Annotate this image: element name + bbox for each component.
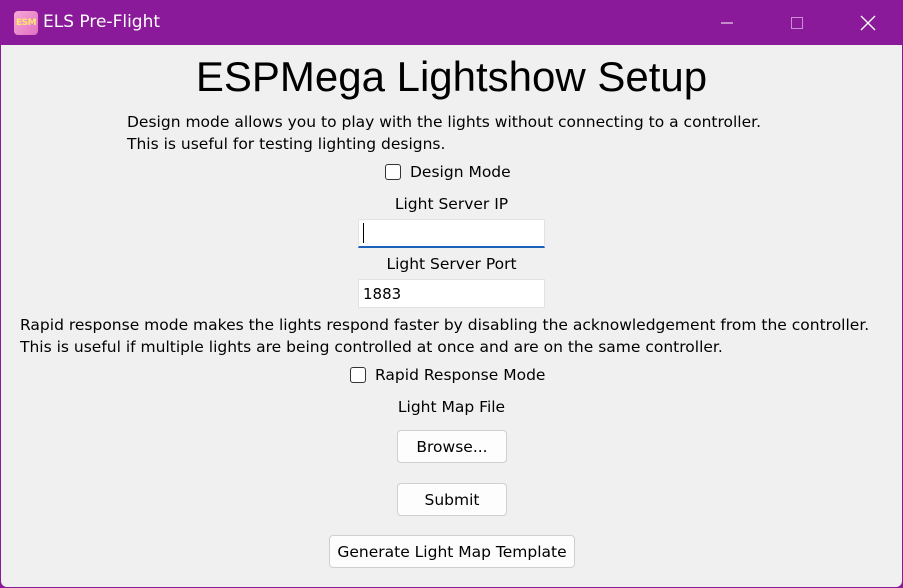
design-info-line-2: This is useful for testing lighting desi… — [127, 135, 446, 153]
design-mode-checkbox-row[interactable]: Design Mode — [385, 163, 511, 181]
close-icon — [860, 15, 876, 30]
browse-button[interactable]: Browse... — [397, 430, 507, 463]
title-bar[interactable]: ESM ELS Pre-Flight — [0, 0, 903, 45]
app-window: ESM ELS Pre-Flight ESPMega Lightshow Set… — [0, 0, 903, 588]
generate-light-map-template-button[interactable]: Generate Light Map Template — [329, 535, 575, 568]
maximize-button[interactable] — [762, 0, 832, 45]
minimize-button[interactable] — [692, 0, 762, 45]
rapid-info-line-1: Rapid response mode makes the lights res… — [20, 316, 870, 334]
light-server-ip-input[interactable] — [358, 219, 545, 248]
rapid-response-checkbox-row[interactable]: Rapid Response Mode — [350, 366, 545, 384]
close-button[interactable] — [833, 0, 903, 45]
page-title: ESPMega Lightshow Setup — [195, 53, 708, 100]
rapid-response-label: Rapid Response Mode — [375, 366, 546, 384]
app-icon: ESM — [14, 11, 38, 35]
text-caret — [363, 223, 364, 243]
design-info-line-1: Design mode allows you to play with the … — [127, 113, 762, 131]
window-title: ELS Pre-Flight — [43, 12, 161, 32]
light-server-port-label: Light Server Port — [386, 255, 517, 273]
rapid-response-checkbox[interactable] — [350, 367, 366, 383]
light-server-port-input[interactable] — [358, 279, 545, 308]
light-map-file-label: Light Map File — [397, 398, 506, 416]
rapid-mode-description: Rapid response mode makes the lights res… — [20, 314, 869, 358]
maximize-icon — [791, 16, 803, 29]
design-mode-description: Design mode allows you to play with the … — [127, 111, 761, 155]
light-server-ip-label: Light Server IP — [394, 195, 509, 213]
rapid-info-line-2: This is useful if multiple lights are be… — [20, 338, 723, 356]
minimize-icon — [721, 22, 733, 23]
design-mode-label: Design Mode — [410, 163, 511, 181]
app-icon-text: ESM — [15, 18, 37, 28]
design-mode-checkbox[interactable] — [385, 164, 401, 180]
submit-button[interactable]: Submit — [397, 483, 507, 516]
